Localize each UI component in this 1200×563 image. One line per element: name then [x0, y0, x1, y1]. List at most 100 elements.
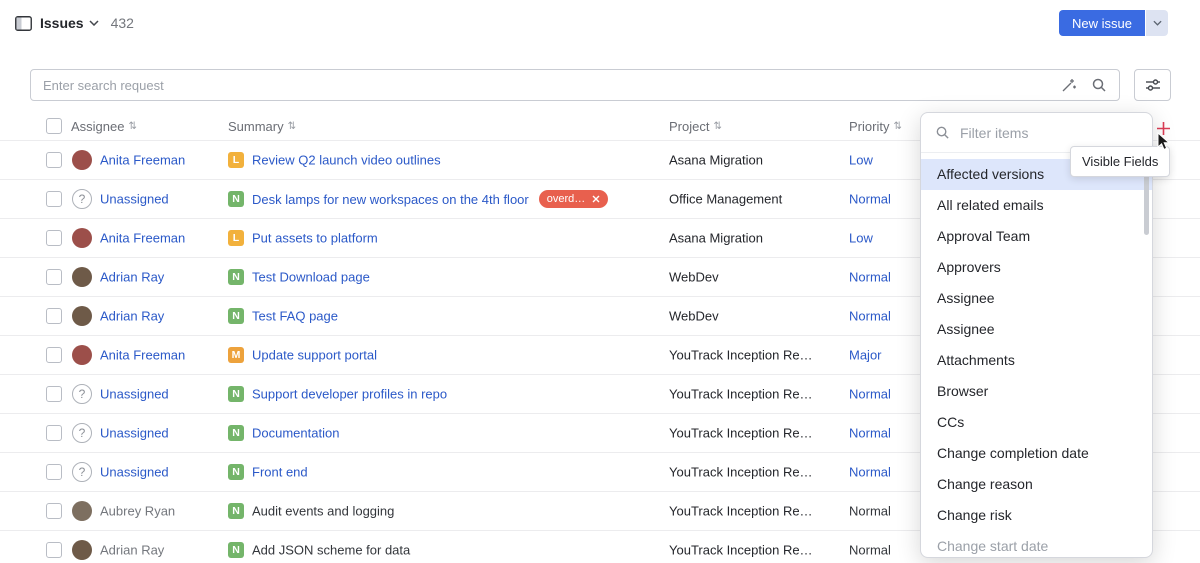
assignee-name[interactable]: Unassigned [100, 387, 169, 402]
project-cell: WebDev [669, 309, 719, 324]
topbar: Issues 432 New issue [0, 0, 1200, 46]
assignee-name[interactable]: Unassigned [100, 465, 169, 480]
priority-badge: N [228, 386, 244, 402]
priority-cell[interactable]: Major [849, 348, 882, 363]
assignee-avatar [72, 267, 92, 287]
popup-list-item[interactable]: CCs [921, 407, 1152, 438]
column-header-priority[interactable]: Priority ⇅ [849, 119, 902, 134]
row-checkbox[interactable] [46, 308, 62, 324]
row-checkbox[interactable] [46, 386, 62, 402]
assignee-name[interactable]: Adrian Ray [100, 270, 164, 285]
row-checkbox[interactable] [46, 425, 62, 441]
issue-summary-link[interactable]: Review Q2 launch video outlines [252, 153, 441, 168]
popup-list-item[interactable]: Change risk [921, 500, 1152, 531]
search-box [30, 69, 1120, 101]
issue-summary-link[interactable]: Test Download page [252, 270, 370, 285]
tag-close-icon[interactable] [592, 195, 600, 203]
project-cell: YouTrack Inception Re… [669, 543, 813, 558]
row-checkbox[interactable] [46, 503, 62, 519]
assignee-name[interactable]: Anita Freeman [100, 231, 185, 246]
popup-list-item[interactable]: Change start date [921, 531, 1152, 558]
issue-summary-link[interactable]: Test FAQ page [252, 309, 338, 324]
popup-list-item[interactable]: Change completion date [921, 438, 1152, 469]
priority-badge: M [228, 347, 244, 363]
popup-list-item[interactable]: Assignee [921, 314, 1152, 345]
column-label-priority: Priority [849, 119, 889, 134]
column-header-assignee[interactable]: Assignee ⇅ [71, 119, 137, 134]
search-input[interactable] [43, 78, 1047, 93]
popup-list-item[interactable]: Assignee [921, 283, 1152, 314]
assignee-avatar [72, 462, 92, 482]
issue-summary-link[interactable]: Add JSON scheme for data [252, 543, 410, 558]
issue-summary-link[interactable]: Update support portal [252, 348, 377, 363]
summary-cell: Desk lamps for new workspaces on the 4th… [252, 190, 608, 208]
column-header-project[interactable]: Project ⇅ [669, 119, 722, 134]
assignee-name[interactable]: Adrian Ray [100, 309, 164, 324]
new-issue-caret-button[interactable] [1146, 10, 1168, 36]
priority-cell[interactable]: Normal [849, 543, 891, 558]
issues-dropdown-chevron-icon[interactable] [89, 20, 99, 26]
search-settings-button[interactable] [1134, 69, 1171, 101]
project-cell: YouTrack Inception Re… [669, 426, 813, 441]
project-cell: WebDev [669, 270, 719, 285]
assignee-name[interactable]: Anita Freeman [100, 348, 185, 363]
ai-assist-icon[interactable] [1061, 77, 1077, 93]
issue-summary-link[interactable]: Front end [252, 465, 308, 480]
issue-summary-link[interactable]: Documentation [252, 426, 339, 441]
project-cell: Asana Migration [669, 231, 763, 246]
assignee-name[interactable]: Unassigned [100, 426, 169, 441]
assignee-name[interactable]: Aubrey Ryan [100, 504, 175, 519]
popup-list-item[interactable]: Approval Team [921, 221, 1152, 252]
row-checkbox[interactable] [46, 542, 62, 558]
popup-list-item[interactable]: Approvers [921, 252, 1152, 283]
priority-badge: N [228, 464, 244, 480]
priority-cell[interactable]: Normal [849, 192, 891, 207]
issue-summary-link[interactable]: Put assets to platform [252, 231, 378, 246]
priority-cell[interactable]: Low [849, 153, 873, 168]
project-cell: Office Management [669, 192, 782, 207]
priority-cell[interactable]: Normal [849, 504, 891, 519]
row-checkbox[interactable] [46, 269, 62, 285]
issue-summary-link[interactable]: Support developer profiles in repo [252, 387, 447, 402]
popup-list-item[interactable]: Browser [921, 376, 1152, 407]
visible-fields-tooltip: Visible Fields [1070, 146, 1170, 177]
issue-summary-link[interactable]: Audit events and logging [252, 504, 394, 519]
row-checkbox[interactable] [46, 230, 62, 246]
priority-badge: N [228, 503, 244, 519]
filter-items-input[interactable] [960, 125, 1141, 141]
summary-cell: Audit events and logging [252, 504, 394, 519]
row-checkbox[interactable] [46, 347, 62, 363]
assignee-name[interactable]: Anita Freeman [100, 153, 185, 168]
assignee-name[interactable]: Unassigned [100, 192, 169, 207]
priority-cell[interactable]: Normal [849, 270, 891, 285]
priority-cell[interactable]: Low [849, 231, 873, 246]
row-checkbox[interactable] [46, 191, 62, 207]
sort-icon: ⇅ [713, 121, 721, 132]
sidebar-toggle-icon[interactable] [14, 15, 32, 31]
search-icon[interactable] [1091, 77, 1107, 93]
add-field-plus-icon[interactable] [1155, 120, 1172, 137]
project-cell: YouTrack Inception Re… [669, 387, 813, 402]
assignee-avatar [72, 228, 92, 248]
column-label-assignee: Assignee [71, 119, 124, 134]
popup-list-item[interactable]: All related emails [921, 190, 1152, 221]
assignee-name[interactable]: Adrian Ray [100, 543, 164, 558]
priority-cell[interactable]: Normal [849, 309, 891, 324]
select-all-checkbox[interactable] [46, 118, 62, 134]
new-issue-button[interactable]: New issue [1059, 10, 1145, 36]
sort-icon: ⇅ [128, 121, 136, 132]
row-checkbox[interactable] [46, 152, 62, 168]
summary-cell: Add JSON scheme for data [252, 543, 410, 558]
summary-cell: Test FAQ page [252, 309, 338, 324]
issue-summary-link[interactable]: Desk lamps for new workspaces on the 4th… [252, 192, 529, 207]
priority-cell[interactable]: Normal [849, 465, 891, 480]
priority-cell[interactable]: Normal [849, 387, 891, 402]
priority-cell[interactable]: Normal [849, 426, 891, 441]
summary-cell: Documentation [252, 426, 339, 441]
column-header-summary[interactable]: Summary ⇅ [228, 119, 296, 134]
popup-list-item[interactable]: Attachments [921, 345, 1152, 376]
row-checkbox[interactable] [46, 464, 62, 480]
page-title: Issues [40, 15, 84, 31]
popup-list-item[interactable]: Change reason [921, 469, 1152, 500]
priority-badge: N [228, 425, 244, 441]
